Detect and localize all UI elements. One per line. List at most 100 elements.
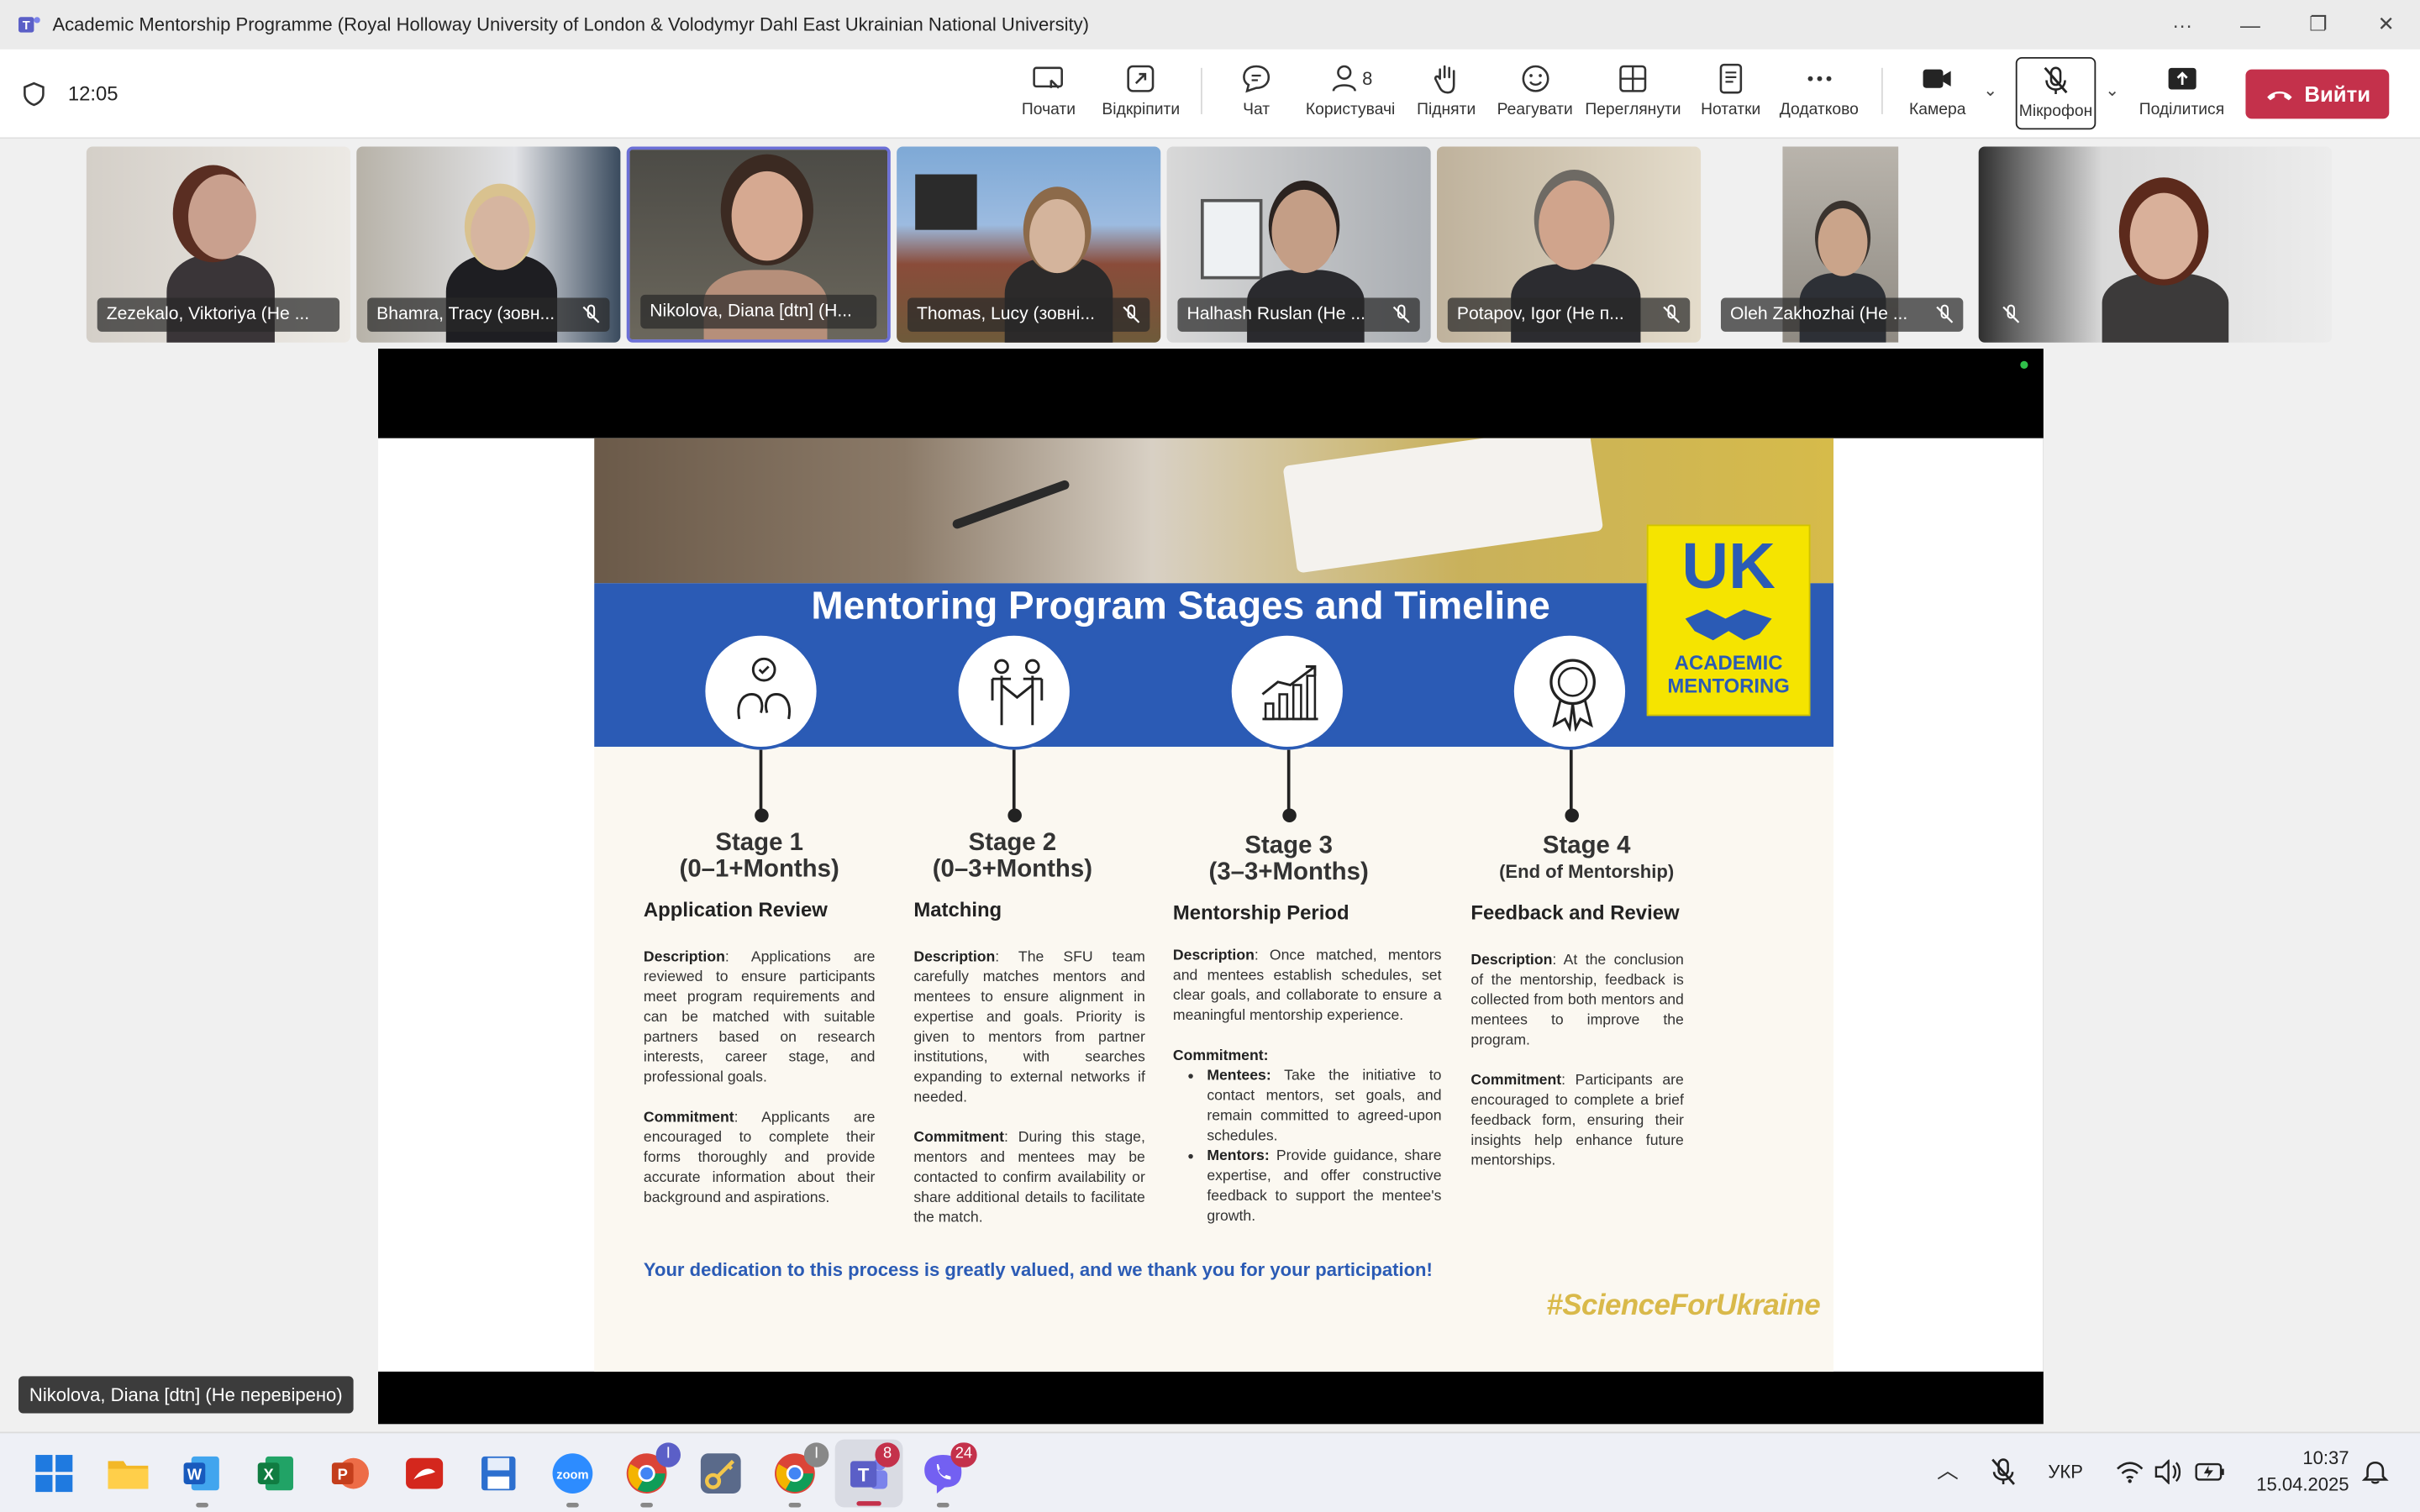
- stage2-text: Description: The SFU team carefully matc…: [913, 948, 1145, 1228]
- stage1-name: Application Review: [643, 897, 828, 921]
- popout-button[interactable]: Відкріпити: [1102, 61, 1180, 118]
- raise-hand-label: Підняти: [1417, 100, 1476, 119]
- view-icon: [1619, 65, 1647, 92]
- stage4-text: Description: At the conclusion of the me…: [1470, 950, 1683, 1171]
- participant-name: Bhamra, Tracy (зовн...: [367, 297, 610, 332]
- restore-button[interactable]: ❐: [2284, 0, 2352, 50]
- mic-muted-tray-icon[interactable]: [1990, 1458, 2018, 1486]
- stage4-circle: [1511, 633, 1628, 750]
- logo-mentoring-text: MENTORING: [1667, 674, 1790, 698]
- window-title-bar: T Academic Mentorship Programme (Royal H…: [0, 0, 2420, 50]
- people-icon: [1331, 65, 1356, 92]
- svg-text:zoom: zoom: [556, 1469, 588, 1483]
- keepass-button[interactable]: [696, 1449, 745, 1499]
- participant-tile[interactable]: Bhamra, Tracy (зовн...: [356, 146, 621, 343]
- record-label: Почати: [1021, 100, 1076, 119]
- react-label: Реагувати: [1497, 100, 1573, 119]
- stage3-bullet-mentors: Mentors: Provide guidance, share experti…: [1207, 1147, 1441, 1227]
- more-button[interactable]: Додатково: [1780, 61, 1859, 118]
- uk-academic-mentoring-logo: UK ACADEMIC MENTORING: [1646, 524, 1811, 717]
- participant-tile-active[interactable]: Nikolova, Diana [dtn] (Н...: [626, 146, 891, 343]
- tray-chevron-up-icon[interactable]: ︿: [1937, 1455, 1959, 1486]
- folder-icon: [108, 1461, 149, 1489]
- stage4-number: Stage 4: [1542, 832, 1631, 860]
- teams-button[interactable]: T 8: [834, 1439, 903, 1508]
- stage1-description-label: Description: [643, 948, 725, 966]
- mic-chevron-down-icon[interactable]: ⌄: [2105, 81, 2119, 100]
- windows-taskbar: W X P zoom I I T 8 24 ︿ УКР 10:37 15.04.…: [0, 1431, 2420, 1512]
- stage2-name: Matching: [913, 897, 1002, 921]
- teams-notification-badge: 8: [875, 1442, 900, 1467]
- view-button[interactable]: Переглянути: [1585, 61, 1681, 118]
- mic-muted-icon: [1936, 304, 1954, 323]
- participant-name: Potapov, Igor (Не п...: [1447, 297, 1691, 332]
- wifi-icon[interactable]: [2116, 1460, 2144, 1484]
- participant-tile[interactable]: Halhash Ruslan (Не ...: [1166, 146, 1431, 343]
- notifications-bell-icon[interactable]: [2361, 1458, 2389, 1486]
- stage2-circle: [955, 633, 1073, 750]
- camera-button[interactable]: Камера: [1909, 61, 1965, 118]
- word-button[interactable]: W: [177, 1449, 227, 1508]
- participant-tile[interactable]: Potapov, Igor (Не п...: [1437, 146, 1702, 343]
- phone-hangup-icon: [2267, 91, 2292, 101]
- participant-name: Halhash Ruslan (Не ...: [1177, 297, 1420, 332]
- svg-text:T: T: [23, 19, 30, 33]
- more-label: Додатково: [1779, 100, 1859, 119]
- meeting-timer: 12:05: [67, 81, 118, 105]
- participant-tile[interactable]: Thomas, Lucy (зовні...: [897, 146, 1161, 343]
- participant-tile[interactable]: [1978, 146, 2333, 343]
- start-button[interactable]: [29, 1449, 79, 1499]
- stage3-name: Mentorship Period: [1172, 900, 1349, 925]
- clock-date: 15.04.2025: [2256, 1473, 2349, 1495]
- notes-label: Нотатки: [1701, 100, 1761, 119]
- viber-button[interactable]: 24: [918, 1442, 977, 1508]
- stage3-number: Stage 3: [1244, 832, 1333, 860]
- battery-icon[interactable]: [2195, 1460, 2226, 1484]
- file-explorer-button[interactable]: [103, 1449, 153, 1499]
- share-button[interactable]: Поділитися: [2139, 61, 2224, 118]
- stage3-circle: [1228, 633, 1346, 750]
- keyboard-language[interactable]: УКР: [2048, 1461, 2083, 1483]
- participant-tile[interactable]: Zezekalo, Viktoriya (Не ...: [86, 146, 350, 343]
- save-app-button[interactable]: [474, 1449, 523, 1499]
- chrome-second-button[interactable]: I: [771, 1442, 829, 1508]
- chat-icon: [1243, 65, 1270, 93]
- chrome-button[interactable]: I: [622, 1442, 681, 1508]
- excel-button[interactable]: X: [251, 1449, 301, 1499]
- microphone-button[interactable]: Мікрофон: [2015, 56, 2096, 130]
- more-options-icon[interactable]: ···: [2149, 0, 2217, 50]
- stage1-description: : Applications are reviewed to ensure pa…: [643, 948, 876, 1087]
- mic-muted-icon: [582, 304, 600, 323]
- chrome-profile-badge-2: I: [803, 1442, 829, 1467]
- people-button[interactable]: 8 Користувачі: [1306, 61, 1395, 118]
- zoom-button[interactable]: zoom: [548, 1449, 597, 1508]
- camera-chevron-down-icon[interactable]: ⌄: [1983, 81, 1997, 100]
- stage3-heading: Stage 3 (3–3+Months): [1173, 833, 1405, 885]
- raise-hand-button[interactable]: Підняти: [1417, 61, 1476, 118]
- mentees-label: Mentees:: [1207, 1068, 1271, 1085]
- minimize-button[interactable]: —: [2217, 0, 2285, 50]
- mic-muted-icon: [1663, 304, 1681, 323]
- powerpoint-button[interactable]: P: [326, 1449, 376, 1499]
- react-button[interactable]: Реагувати: [1497, 61, 1573, 118]
- share-icon: [2167, 67, 2196, 90]
- chat-button[interactable]: Чат: [1239, 61, 1273, 118]
- clock[interactable]: 10:37 15.04.2025: [2238, 1446, 2349, 1498]
- stage1-number: Stage 1: [715, 830, 803, 857]
- record-button[interactable]: Почати: [1022, 61, 1076, 118]
- science-for-ukraine-logo: #ScienceForUkraine: [1546, 1289, 1821, 1323]
- participant-tile[interactable]: Oleh Zakhozhai (Не ...: [1710, 146, 1975, 343]
- leave-button[interactable]: Вийти: [2245, 69, 2390, 119]
- floppy-disk-icon: [481, 1456, 516, 1491]
- close-button[interactable]: ✕: [2352, 0, 2420, 50]
- handshake-icon: [1685, 609, 1772, 641]
- share-label: Поділитися: [2139, 100, 2225, 119]
- acrobat-icon: [406, 1457, 444, 1489]
- stage1-commitment-label: Commitment: [643, 1109, 734, 1126]
- popout-label: Відкріпити: [1102, 100, 1181, 119]
- stage1-circle: [702, 633, 820, 750]
- notes-button[interactable]: Нотатки: [1701, 61, 1760, 118]
- stage2-description-label: Description: [913, 948, 996, 966]
- speaker-icon[interactable]: [2154, 1459, 2182, 1484]
- acrobat-button[interactable]: [400, 1449, 450, 1499]
